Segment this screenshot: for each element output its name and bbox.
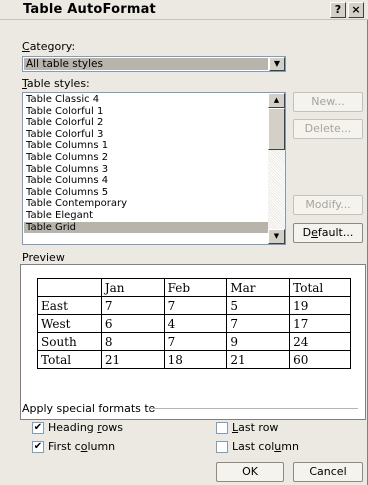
help-button[interactable]: ? <box>330 2 346 18</box>
last-column-label[interactable]: Last column <box>232 440 299 453</box>
table-cell: 7 <box>226 314 291 333</box>
table-cell: 8 <box>100 332 165 351</box>
list-item[interactable]: Table Columns 5 <box>24 187 268 199</box>
table-cell: 18 <box>163 350 228 369</box>
list-item[interactable]: Table Colorful 2 <box>24 117 268 129</box>
table-cell: East <box>37 296 102 315</box>
table-cell: 21 <box>100 350 165 369</box>
table-cell: 24 <box>289 332 351 351</box>
group-divider <box>150 408 358 410</box>
modify-button[interactable]: Modify... <box>293 195 363 215</box>
table-cell: 21 <box>226 350 291 369</box>
list-item[interactable]: Table Colorful 1 <box>24 106 268 118</box>
list-item[interactable]: Table Columns 3 <box>24 164 268 176</box>
table-styles-items: Table Classic 4 Table Colorful 1 Table Col… <box>24 94 268 234</box>
chevron-down-icon[interactable]: ▼ <box>269 57 285 71</box>
scroll-thumb[interactable] <box>268 108 285 150</box>
list-item[interactable]: Table Classic 4 <box>24 94 268 106</box>
table-cell: 9 <box>226 332 291 351</box>
list-item[interactable]: Table Contemporary <box>24 198 268 210</box>
dialog-title: Table AutoFormat <box>23 2 156 17</box>
table-styles-list[interactable]: Table Classic 4 Table Colorful 1 Table Col… <box>22 92 286 245</box>
table-cell: 5 <box>226 296 291 315</box>
table-row: East 7 7 5 19 <box>37 296 351 315</box>
table-row: Total 21 18 21 60 <box>37 350 351 369</box>
table-cell: Jan <box>100 278 165 297</box>
table-cell: 7 <box>100 296 165 315</box>
table-cell: 6 <box>100 314 165 333</box>
preview-label: Preview <box>22 251 65 264</box>
list-item[interactable]: Table Grid <box>24 221 268 234</box>
table-cell: 60 <box>289 350 351 369</box>
default-button[interactable]: Default... <box>293 223 363 243</box>
scroll-down-icon[interactable]: ▼ <box>268 229 285 244</box>
first-column-label[interactable]: First column <box>48 440 115 453</box>
title-bar[interactable]: Table AutoFormat ? × <box>0 0 368 20</box>
list-item[interactable]: Table Columns 1 <box>24 140 268 152</box>
table-autoformat-dialog: Table AutoFormat ? × Category: All table… <box>0 0 368 485</box>
cancel-button[interactable]: Cancel <box>293 462 363 482</box>
table-cell: 17 <box>289 314 351 333</box>
table-cell: Feb <box>163 278 228 297</box>
special-formats-label: Apply special formats to <box>22 402 156 415</box>
list-item[interactable]: Table Columns 2 <box>24 152 268 164</box>
list-item[interactable]: Table Columns 4 <box>24 175 268 187</box>
close-button[interactable]: × <box>348 2 364 18</box>
table-cell: Total <box>37 350 102 369</box>
new-button[interactable]: New... <box>293 92 363 112</box>
table-cell: Mar <box>226 278 291 297</box>
table-cell: Total <box>289 278 351 297</box>
ok-button[interactable]: OK <box>216 462 284 482</box>
table-row: South 8 7 9 24 <box>37 332 351 351</box>
table-cell: 4 <box>163 314 228 333</box>
table-styles-label: Table styles: <box>22 77 90 90</box>
table-cell: West <box>37 314 102 333</box>
table-row: West 6 4 7 17 <box>37 314 351 333</box>
first-column-checkbox[interactable]: ✔ <box>32 441 44 453</box>
list-scrollbar[interactable]: ▲ ▼ <box>268 93 285 244</box>
preview-table: Jan Feb Mar Total East 7 7 5 19 West 6 4 7 17 South 8 7 9… <box>37 278 351 369</box>
list-item[interactable]: Table Elegant <box>24 210 268 222</box>
table-cell: South <box>37 332 102 351</box>
table-cell: 7 <box>163 332 228 351</box>
last-column-checkbox[interactable] <box>216 441 228 453</box>
heading-rows-checkbox[interactable]: ✔ <box>32 422 44 434</box>
last-row-checkbox[interactable] <box>216 422 228 434</box>
last-row-label[interactable]: Last row <box>232 421 278 434</box>
list-item[interactable]: Table Colorful 3 <box>24 129 268 141</box>
category-label: Category: <box>22 40 76 53</box>
category-value: All table styles <box>24 58 268 70</box>
preview-pane: Jan Feb Mar Total East 7 7 5 19 West 6 4 7 17 South 8 7 9… <box>20 264 366 420</box>
heading-rows-label[interactable]: Heading rows <box>48 421 123 434</box>
table-cell <box>37 278 102 297</box>
scroll-up-icon[interactable]: ▲ <box>268 93 285 108</box>
table-row: Jan Feb Mar Total <box>37 278 351 297</box>
table-cell: 19 <box>289 296 351 315</box>
category-dropdown[interactable]: All table styles ▼ <box>22 56 286 72</box>
delete-button[interactable]: Delete... <box>293 119 363 139</box>
table-cell: 7 <box>163 296 228 315</box>
